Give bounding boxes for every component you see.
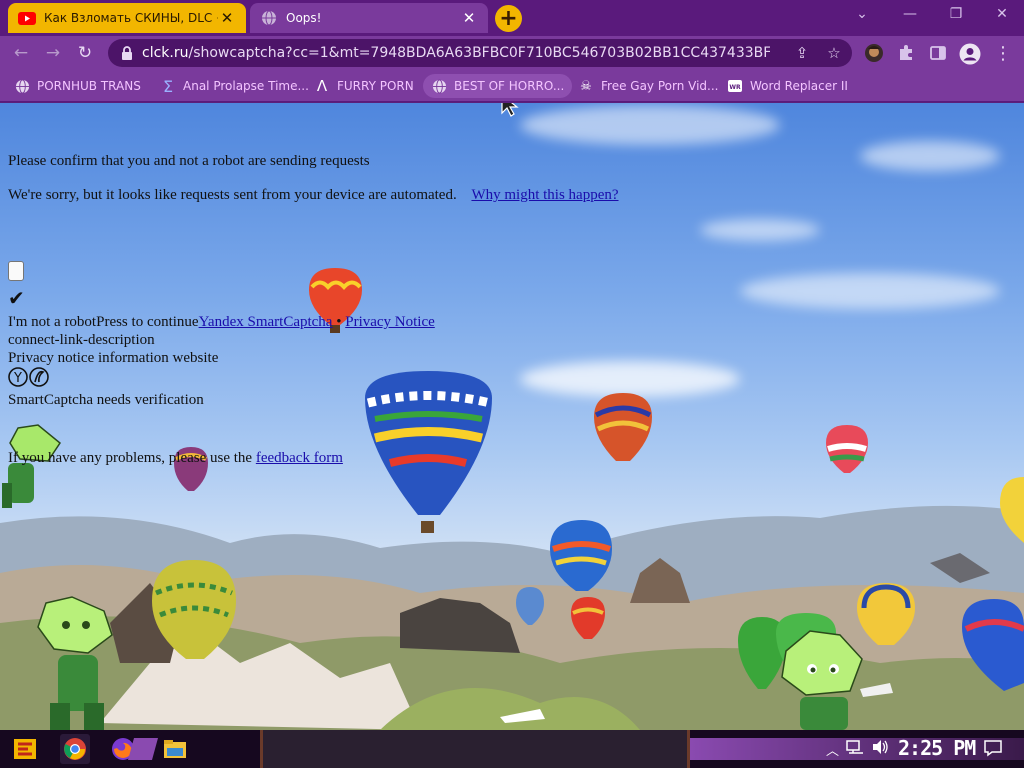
- bookmarks-bar: PORNHUB TRANS Σ Anal Prolapse Time... Λ …: [0, 70, 1024, 102]
- taskbar-clock[interactable]: 2:25 PM: [898, 736, 976, 760]
- bookmark-item[interactable]: Σ Anal Prolapse Time...: [152, 74, 317, 98]
- smartcaptcha-link[interactable]: Yandex SmartCaptcha: [199, 314, 333, 330]
- separator: •: [336, 314, 342, 330]
- network-icon[interactable]: [846, 739, 864, 759]
- minimize-icon[interactable]: —: [896, 6, 924, 26]
- windows-taskbar: ︿ 2:25 PM: [0, 730, 1024, 768]
- close-tab-icon[interactable]: ✕: [460, 9, 478, 27]
- bookmark-label: PORNHUB TRANS: [37, 79, 141, 93]
- file-explorer-icon[interactable]: [160, 734, 190, 764]
- bookmark-item[interactable]: Λ FURRY PORN: [306, 74, 422, 98]
- browser-toolbar: ← → ↻ clck.ru/showcaptcha?cc=1&mt=7948BD…: [0, 36, 1024, 70]
- lambda-icon: Λ: [316, 77, 328, 95]
- bookmark-label: Free Gay Porn Vid...: [601, 79, 719, 93]
- url-text[interactable]: clck.ru/showcaptcha?cc=1&mt=7948BDA6A63B…: [142, 45, 770, 61]
- feedback-form-link[interactable]: feedback form: [256, 450, 343, 466]
- apology-text: We're sorry, but it looks like requests …: [8, 187, 457, 203]
- bookmark-item[interactable]: BEST OF HORRO...: [423, 74, 573, 98]
- globe-icon: [14, 78, 30, 94]
- new-tab-button[interactable]: +: [495, 5, 522, 32]
- profile-extension-icon[interactable]: [864, 43, 886, 65]
- taskbar-wallpaper: [260, 730, 690, 768]
- connect-description: connect-link-description: [8, 332, 155, 348]
- reload-icon[interactable]: ↻: [74, 43, 96, 63]
- privacy-notice-link[interactable]: Privacy Notice: [345, 314, 435, 330]
- tab-strip: Как Взломать СКИНЫ, DLC + Ф ✕ Oops! ✕ + …: [0, 0, 1024, 36]
- address-bar[interactable]: clck.ru/showcaptcha?cc=1&mt=7948BDA6A63B…: [108, 39, 852, 67]
- chrome-icon[interactable]: [60, 734, 90, 764]
- svg-text:WR: WR: [729, 84, 741, 91]
- url-path: /showcaptcha?cc=1&mt=7948BDA6A63BFBC0F71…: [188, 45, 770, 61]
- tab-title: Как Взломать СКИНЫ, DLC + Ф: [44, 11, 218, 25]
- lock-icon[interactable]: [119, 45, 135, 61]
- menu-icon[interactable]: ⋮: [992, 43, 1014, 65]
- url-domain: clck.ru: [142, 45, 189, 61]
- svg-text:Y: Y: [13, 371, 22, 386]
- tray-chevron-icon[interactable]: ︿: [826, 740, 839, 759]
- side-panel-icon[interactable]: [928, 43, 950, 65]
- privacy-description: Privacy notice information website: [8, 350, 219, 366]
- share-icon[interactable]: ⇪: [792, 43, 812, 63]
- wr-icon: WR: [727, 78, 743, 94]
- tab-title: Oops!: [286, 11, 322, 25]
- bookmark-label: Anal Prolapse Time...: [183, 79, 309, 93]
- tab-search-icon[interactable]: ⌄: [848, 6, 876, 26]
- restore-icon[interactable]: ❐: [942, 6, 970, 26]
- bookmark-label: Word Replacer II: [750, 79, 848, 93]
- extensions-puzzle-icon[interactable]: [896, 43, 918, 65]
- problems-line: If you have any problems, please use the…: [8, 450, 343, 467]
- volume-icon[interactable]: [871, 739, 889, 759]
- back-icon[interactable]: ←: [10, 43, 32, 63]
- not-robot-checkbox[interactable]: [8, 261, 24, 281]
- checkmark-icon: ✔: [8, 286, 25, 310]
- start-icon[interactable]: [10, 734, 40, 764]
- account-avatar-icon[interactable]: [959, 43, 981, 65]
- bookmark-item[interactable]: ☠ Free Gay Porn Vid...: [570, 74, 726, 98]
- bookmark-label: FURRY PORN: [337, 79, 414, 93]
- robot-text: I'm not a robotPress to continue: [8, 314, 199, 330]
- globe-icon: [431, 78, 447, 94]
- tab-oops[interactable]: Oops! ✕: [250, 3, 488, 33]
- close-tab-icon[interactable]: ✕: [218, 9, 236, 27]
- why-link[interactable]: Why might this happen?: [471, 187, 618, 203]
- bookmark-item[interactable]: WR Word Replacer II: [719, 74, 856, 98]
- globe-icon: [260, 9, 278, 27]
- apology-line: We're sorry, but it looks like requests …: [8, 187, 619, 204]
- robot-line: I'm not a robotPress to continueYandex S…: [8, 314, 435, 331]
- page-heading: Please confirm that you and not a robot …: [8, 153, 370, 169]
- youtube-icon: [18, 9, 36, 27]
- tab-youtube[interactable]: Как Взломать СКИНЫ, DLC + Ф ✕: [8, 3, 246, 33]
- forward-icon[interactable]: →: [42, 43, 64, 63]
- sigma-icon: Σ: [162, 76, 174, 96]
- yandex-logo-icon: Y: [8, 367, 50, 387]
- mouse-cursor-icon: [501, 103, 519, 117]
- close-window-icon[interactable]: ✕: [988, 6, 1016, 26]
- verification-status: SmartCaptcha needs verification: [8, 392, 204, 408]
- page-viewport: Please confirm that you and not a robot …: [0, 103, 1024, 730]
- notifications-icon[interactable]: [984, 739, 1002, 761]
- problems-text: If you have any problems, please use the: [8, 450, 253, 466]
- bookmark-item[interactable]: PORNHUB TRANS: [6, 74, 149, 98]
- bookmark-label: BEST OF HORRO...: [454, 79, 565, 93]
- skull-icon: ☠: [580, 78, 592, 94]
- bookmark-star-icon[interactable]: ☆: [824, 43, 844, 63]
